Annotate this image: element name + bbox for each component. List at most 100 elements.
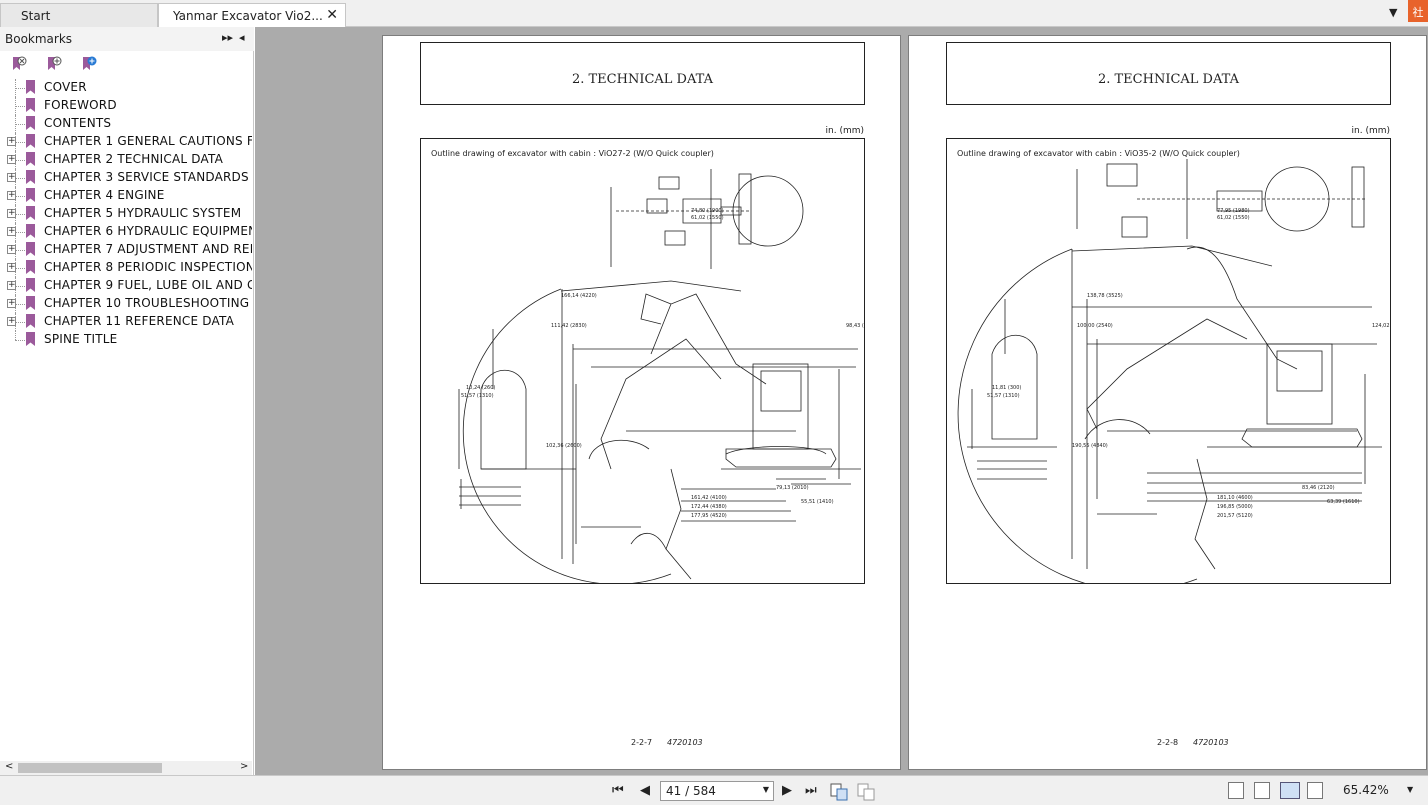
extract-page-icon[interactable] — [830, 783, 848, 801]
bookmark-label: CHAPTER 11 REFERENCE DATA — [44, 314, 234, 328]
bookmark-item[interactable]: + CHAPTER 9 FUEL, LUBE OIL AND GRE — [0, 277, 252, 295]
scroll-left-icon[interactable]: < — [5, 761, 13, 772]
zoom-level[interactable]: 65.42% — [1343, 783, 1389, 797]
expand-node-icon[interactable]: + — [7, 191, 16, 200]
doc-number: 4720103 — [1193, 738, 1229, 747]
excavator-drawing-vio35: 181,10 (4600) 196,85 (5000) 201,57 (5120) 6… — [957, 159, 1390, 583]
bookmark-label: CHAPTER 7 ADJUSTMENT AND REPAI — [44, 242, 252, 256]
bookmark-item[interactable]: CONTENTS — [0, 115, 252, 133]
expand-node-icon[interactable]: + — [7, 263, 16, 272]
bookmark-item[interactable]: + CHAPTER 6 HYDRAULIC EQUIPMENT — [0, 223, 252, 241]
dimension-label: 181,10 (4600) — [1217, 495, 1253, 501]
add-child-bookmark-icon[interactable] — [81, 56, 97, 72]
bookmark-item[interactable]: + CHAPTER 10 TROUBLESHOOTING — [0, 295, 252, 313]
horizontal-scrollbar[interactable]: < > — [0, 761, 252, 775]
bookmark-icon — [26, 152, 35, 166]
page-header: 2. TECHNICAL DATA — [1097, 72, 1240, 87]
expand-panel-icon[interactable]: ▸▸ — [222, 31, 233, 44]
delete-bookmark-icon[interactable] — [11, 56, 27, 72]
single-page-view-button[interactable] — [1228, 782, 1244, 799]
dimension-label: 63,39 (1610) — [1327, 499, 1360, 505]
bookmark-item[interactable]: + CHAPTER 4 ENGINE — [0, 187, 252, 205]
excavator-drawing-vio27: 161,42 (4100) 172,44 (4380) 177,95 (4520) 5… — [458, 169, 865, 583]
dimension-label: 98,43 (2500) — [846, 323, 865, 329]
page-header-box: 2. TECHNICAL DATA — [946, 42, 1391, 105]
document-viewer[interactable]: 2. TECHNICAL DATA in. (mm) Outline drawi… — [255, 27, 1428, 775]
tree-line — [15, 232, 27, 233]
bookmark-icon — [26, 170, 35, 184]
dimension-label: 201,57 (5120) — [1217, 513, 1253, 519]
tree-line — [15, 322, 27, 323]
bookmark-item[interactable]: + CHAPTER 2 TECHNICAL DATA — [0, 151, 252, 169]
expand-node-icon[interactable]: + — [7, 137, 16, 146]
bookmark-item[interactable]: + CHAPTER 7 ADJUSTMENT AND REPAI — [0, 241, 252, 259]
tree-line — [15, 250, 27, 251]
dimension-label: 61,02 (1550) — [1217, 215, 1250, 221]
expand-node-icon[interactable]: + — [7, 317, 16, 326]
dimension-label: 161,42 (4100) — [691, 495, 727, 501]
previous-page-button[interactable]: ◀ — [640, 783, 650, 798]
page-number-input[interactable]: 41 / 584 ▼ — [660, 781, 774, 801]
dimension-label: 11,81 (300) — [992, 385, 1021, 391]
tree-line — [15, 178, 27, 179]
next-page-button[interactable]: ▶ — [782, 783, 792, 798]
bookmark-label: CONTENTS — [44, 116, 112, 130]
expand-node-icon[interactable]: + — [7, 245, 16, 254]
dimension-label: 138,78 (3525) — [1087, 293, 1123, 299]
bookmark-item[interactable]: FOREWORD — [0, 97, 252, 115]
figure-frame: Outline drawing of excavator with cabin … — [420, 138, 865, 584]
tree-line — [15, 268, 27, 269]
dimension-label: 51,57 (1310) — [461, 393, 494, 399]
bookmark-icon — [26, 296, 35, 310]
dimension-label: 172,44 (4380) — [691, 504, 727, 510]
expand-node-icon[interactable]: + — [7, 227, 16, 236]
expand-node-icon[interactable]: + — [7, 155, 16, 164]
bookmark-label: SPINE TITLE — [44, 332, 118, 346]
bookmark-item[interactable]: SPINE TITLE — [0, 331, 252, 349]
dimension-label: 111,42 (2830) — [551, 323, 587, 329]
zoom-dropdown-icon[interactable]: ▼ — [1407, 785, 1413, 794]
scroll-right-icon[interactable]: > — [240, 761, 248, 772]
bookmark-icon — [26, 188, 35, 202]
bookmark-label: COVER — [44, 80, 87, 94]
bookmark-icon — [26, 314, 35, 328]
bookmark-label: CHAPTER 1 GENERAL CAUTIONS FOR — [44, 134, 252, 148]
expand-node-icon[interactable]: + — [7, 299, 16, 308]
tab-start[interactable]: Start — [0, 3, 158, 27]
scrollbar-thumb[interactable] — [18, 763, 162, 773]
add-bookmark-icon[interactable] — [46, 56, 62, 72]
figure-frame: Outline drawing of excavator with cabin … — [946, 138, 1391, 584]
bookmark-label: CHAPTER 5 HYDRAULIC SYSTEM — [44, 206, 242, 220]
bookmark-label: CHAPTER 6 HYDRAULIC EQUIPMENT — [44, 224, 252, 238]
first-page-button[interactable]: ⏮ — [612, 783, 624, 798]
tab-document[interactable]: Yanmar Excavator Vio2... ✕ — [158, 3, 346, 28]
collapse-panel-icon[interactable]: ◂ — [239, 31, 245, 44]
dimension-label: 100,00 (2540) — [1077, 323, 1113, 329]
units-label: in. (mm) — [825, 126, 864, 136]
bookmark-icon — [26, 332, 35, 346]
dimension-label: 102,36 (2600) — [546, 443, 582, 449]
bookmark-item[interactable]: + CHAPTER 8 PERIODIC INSPECTION AI — [0, 259, 252, 277]
bookmark-item[interactable]: + CHAPTER 1 GENERAL CAUTIONS FOR — [0, 133, 252, 151]
tab-list-dropdown-icon[interactable]: ▼ — [1389, 6, 1397, 19]
expand-node-icon[interactable]: + — [7, 209, 16, 218]
continuous-facing-view-button[interactable] — [1307, 782, 1323, 799]
continuous-view-button[interactable] — [1254, 782, 1270, 799]
page-number: 2-2-7 — [631, 738, 653, 747]
tree-line — [15, 106, 27, 107]
tab-start-label: Start — [21, 9, 51, 23]
bookmark-item[interactable]: + CHAPTER 3 SERVICE STANDARDS — [0, 169, 252, 187]
bookmark-item[interactable]: + CHAPTER 11 REFERENCE DATA — [0, 313, 252, 331]
bookmark-item[interactable]: + CHAPTER 5 HYDRAULIC SYSTEM — [0, 205, 252, 223]
last-page-button[interactable]: ⏭ — [805, 783, 817, 798]
dimension-label: 51,57 (1310) — [987, 393, 1020, 399]
chevron-down-icon[interactable]: ▼ — [763, 785, 769, 794]
expand-node-icon[interactable]: + — [7, 281, 16, 290]
close-icon[interactable]: ✕ — [326, 7, 338, 23]
expand-node-icon[interactable]: + — [7, 173, 16, 182]
app-badge-icon[interactable]: 社 — [1408, 0, 1428, 22]
bookmark-icon — [26, 260, 35, 274]
insert-page-icon[interactable] — [857, 783, 875, 801]
bookmark-item[interactable]: COVER — [0, 79, 252, 97]
facing-view-button[interactable] — [1280, 782, 1300, 799]
